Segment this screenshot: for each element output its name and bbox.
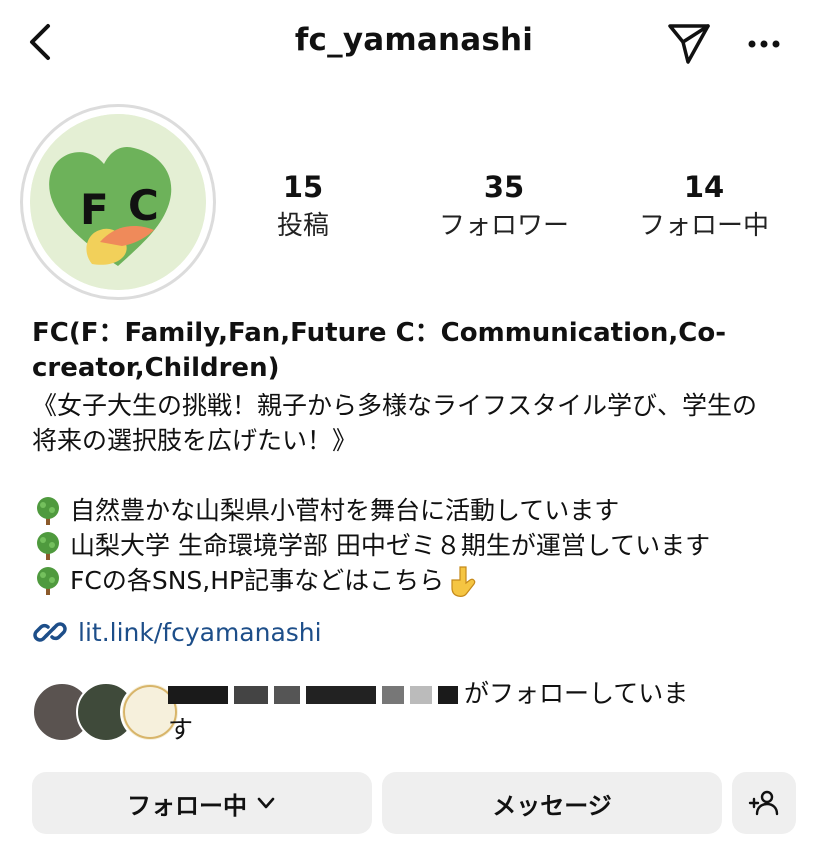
- profile-name-line2: creator,Children): [32, 353, 280, 383]
- fc-logo-icon: F C: [30, 114, 206, 290]
- more-options-icon[interactable]: [744, 26, 784, 62]
- stat-posts[interactable]: 15 投稿: [208, 170, 398, 244]
- message-button-label: メッセージ: [492, 791, 612, 820]
- following-label: フォロー中: [638, 211, 769, 241]
- avatar[interactable]: F C: [30, 114, 206, 290]
- send-message-icon[interactable]: [666, 20, 712, 66]
- bio-bullet: FCの各SNS,HP記事などはこちら: [32, 563, 812, 598]
- tree-emoji-icon: [37, 566, 59, 595]
- followed-by-suffix: す: [168, 715, 194, 744]
- pointing-down-hand-icon: [451, 565, 476, 597]
- bio-line: 将来の選択肢を広げたい！》: [32, 426, 358, 455]
- bio-bullet-text: 自然豊かな山梨県小菅村を舞台に活動しています: [70, 496, 620, 525]
- profile-name-line1: FC(F：Family,Fan,Future C：Communication,C…: [32, 318, 727, 348]
- redacted-name: [234, 686, 268, 704]
- posts-label: 投稿: [276, 211, 329, 241]
- followed-by-suffix: がフォローしていま: [464, 679, 689, 708]
- followed-by-avatars[interactable]: [32, 682, 180, 742]
- svg-text:C: C: [128, 181, 159, 230]
- stat-followers[interactable]: 35 フォロワー: [409, 170, 599, 244]
- profile-link-text: lit.link/fcyamanashi: [78, 617, 322, 647]
- redacted-name: [274, 686, 300, 704]
- bio-bullet: 山梨大学 生命環境学部 田中ゼミ８期生が運営しています: [32, 528, 812, 563]
- redacted-name: [410, 686, 432, 704]
- redacted-name: [438, 686, 458, 704]
- followers-count: 35: [483, 170, 525, 204]
- tree-emoji-icon: [37, 531, 59, 560]
- svg-text:F: F: [80, 185, 109, 234]
- chevron-down-icon: [257, 797, 275, 809]
- following-button[interactable]: フォロー中: [32, 772, 372, 834]
- profile-name: FC(F：Family,Fan,Future C：Communication,C…: [32, 316, 802, 386]
- tree-emoji-icon: [37, 496, 59, 525]
- posts-count: 15: [282, 170, 324, 204]
- following-count: 14: [683, 170, 725, 204]
- message-button[interactable]: メッセージ: [382, 772, 722, 834]
- add-person-icon: [748, 790, 779, 816]
- profile-bio: 《女子大生の挑戦！親子から多様なライフスタイル学び、学生の 将来の選択肢を広げた…: [32, 388, 812, 598]
- bio-bullet: 自然豊かな山梨県小菅村を舞台に活動しています: [32, 493, 812, 528]
- followed-by-text[interactable]: がフォローしていま す: [168, 676, 798, 748]
- bio-line: 《女子大生の挑戦！親子から多様なライフスタイル学び、学生の: [32, 391, 758, 420]
- profile-link[interactable]: lit.link/fcyamanashi: [32, 612, 322, 652]
- redacted-name: [168, 686, 228, 704]
- bio-bullet-text: FCの各SNS,HP記事などはこちら: [70, 566, 445, 595]
- followers-label: フォロワー: [438, 211, 569, 241]
- following-button-label: フォロー中: [127, 791, 247, 820]
- suggested-users-button[interactable]: [732, 772, 796, 834]
- redacted-name: [306, 686, 376, 704]
- bio-bullet-text: 山梨大学 生命環境学部 田中ゼミ８期生が運営しています: [70, 531, 711, 560]
- stat-following[interactable]: 14 フォロー中: [609, 170, 799, 244]
- redacted-name: [382, 686, 404, 704]
- link-icon: [33, 622, 67, 642]
